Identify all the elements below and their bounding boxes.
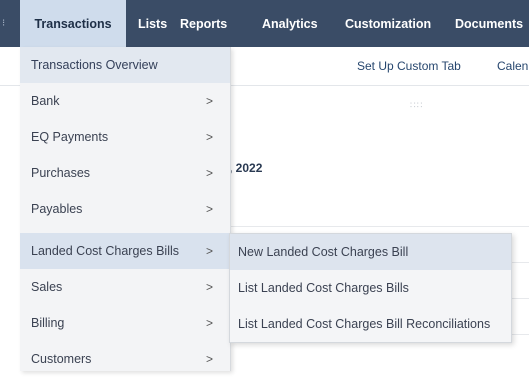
nav-grip-icon: ⁝ xyxy=(2,18,6,29)
tab-analytics[interactable]: Analytics xyxy=(262,0,318,47)
menu-item-purchases[interactable]: Purchases > xyxy=(20,155,230,191)
menu-item-customers[interactable]: Customers > xyxy=(20,341,230,377)
menu-item-label: Billing xyxy=(31,316,65,330)
menu-item-label: Bank xyxy=(31,94,60,108)
tab-customization[interactable]: Customization xyxy=(345,0,431,47)
chevron-right-icon: > xyxy=(206,166,214,180)
top-nav-bar: ⁝ Transactions Lists Reports Analytics C… xyxy=(0,0,529,47)
drag-handle-icon[interactable]: ∷∷ xyxy=(410,100,423,111)
submenu-item-list-reconciliations[interactable]: List Landed Cost Charges Bill Reconcilia… xyxy=(230,306,511,342)
menu-item-label: Purchases xyxy=(31,166,91,180)
menu-item-label: Landed Cost Charges Bills xyxy=(31,244,179,258)
menu-item-eq-payments[interactable]: EQ Payments > xyxy=(20,119,230,155)
landed-cost-charges-submenu: New Landed Cost Charges Bill List Landed… xyxy=(229,233,512,343)
submenu-item-new-landed-cost-charges-bill[interactable]: New Landed Cost Charges Bill xyxy=(230,234,511,270)
menu-item-label: Payables xyxy=(31,202,83,216)
page-date-text: , 2022 xyxy=(229,161,263,175)
menu-item-payables[interactable]: Payables > xyxy=(20,191,230,227)
transactions-dropdown-menu: Transactions Overview Bank > EQ Payments… xyxy=(20,47,231,371)
tab-transactions[interactable]: Transactions xyxy=(20,0,126,47)
chevron-right-icon: > xyxy=(206,202,214,216)
menu-item-label: Sales xyxy=(31,280,63,294)
tab-reports[interactable]: Reports xyxy=(180,0,227,47)
tab-lists[interactable]: Lists xyxy=(138,0,167,47)
chevron-right-icon: > xyxy=(206,316,214,330)
chevron-right-icon: > xyxy=(206,94,214,108)
calendar-link[interactable]: Calen xyxy=(497,59,528,73)
menu-item-billing[interactable]: Billing > xyxy=(20,305,230,341)
chevron-right-icon: > xyxy=(206,130,214,144)
chevron-right-icon: > xyxy=(206,280,214,294)
chevron-right-icon: > xyxy=(206,244,214,258)
chevron-right-icon: > xyxy=(206,352,214,366)
menu-item-label: Customers xyxy=(31,352,92,366)
menu-item-bank[interactable]: Bank > xyxy=(20,83,230,119)
menu-item-landed-cost-charges-bills[interactable]: Landed Cost Charges Bills > xyxy=(20,233,230,269)
submenu-item-list-landed-cost-charges-bills[interactable]: List Landed Cost Charges Bills xyxy=(230,270,511,306)
set-up-custom-tab-link[interactable]: Set Up Custom Tab xyxy=(357,59,461,73)
tab-documents[interactable]: Documents xyxy=(455,0,523,47)
menu-item-label: EQ Payments xyxy=(31,130,109,144)
menu-item-sales[interactable]: Sales > xyxy=(20,269,230,305)
menu-item-transactions-overview[interactable]: Transactions Overview xyxy=(20,47,230,83)
divider xyxy=(229,226,529,227)
